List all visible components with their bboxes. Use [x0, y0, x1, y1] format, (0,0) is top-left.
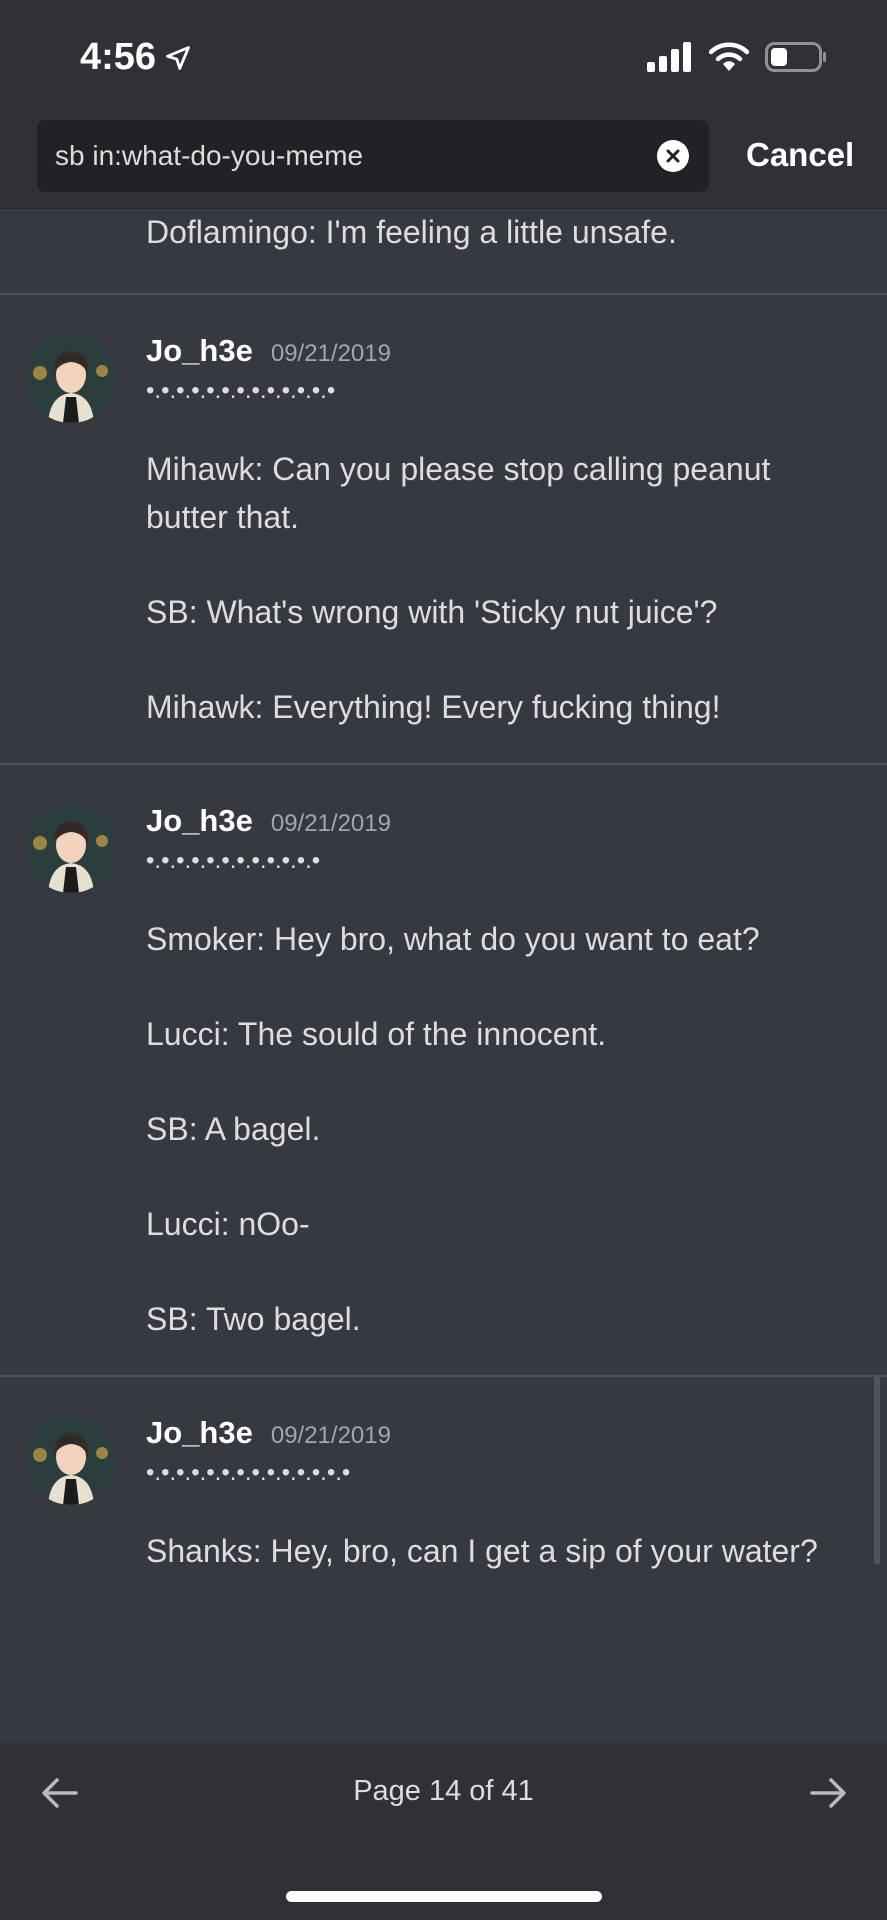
avatar[interactable] [26, 333, 116, 423]
message-line: SB: A bagel. [146, 1111, 321, 1147]
search-input[interactable]: sb in:what-do-you-meme [37, 120, 709, 192]
message-divider-dots: •.•.•.•.•.•.•.•.•.•.•.•.• [146, 377, 336, 404]
signal-icon [647, 42, 691, 72]
message-line: Lucci: The sould of the innocent. [146, 1016, 607, 1052]
clear-search-button[interactable] [657, 140, 689, 172]
search-results-list[interactable]: Doflamingo: I'm feeling a little unsafe.… [0, 209, 887, 1743]
timestamp: 09/21/2019 [270, 810, 391, 837]
message-divider-dots: •.•.•.•.•.•.•.•.•.•.•.• [146, 847, 321, 874]
wifi-icon [709, 42, 749, 71]
message-divider-dots: •.•.•.•.•.•.•.•.•.•.•.•.•.• [146, 1459, 351, 1486]
message-line: Shanks: Hey, bro, can I get a sip of you… [146, 1533, 818, 1569]
search-query-text[interactable]: sb in:what-do-you-meme [55, 140, 363, 172]
search-result-message[interactable]: Jo_h3e 09/21/2019 •.•.•.•.•.•.•.•.•.•.•.… [0, 295, 887, 765]
message-line: Mihawk: Can you please stop calling pean… [146, 451, 771, 535]
message-line: Lucci: nOo- [146, 1206, 310, 1242]
avatar[interactable] [26, 803, 116, 893]
username[interactable]: Jo_h3e [146, 803, 253, 839]
message-line: SB: What's wrong with 'Sticky nut juice'… [146, 594, 718, 630]
message-line: SB: Two bagel. [146, 1301, 361, 1337]
message-line: Mihawk: Everything! Every fucking thing! [146, 689, 721, 725]
search-result-message[interactable]: Jo_h3e 09/21/2019 •.•.•.•.•.•.•.•.•.•.•.… [0, 765, 887, 1377]
username[interactable]: Jo_h3e [146, 333, 253, 369]
location-arrow-icon [166, 45, 190, 70]
close-icon [666, 149, 680, 163]
message-line: Doflamingo: I'm feeling a little unsafe. [146, 214, 677, 250]
battery-icon [765, 42, 826, 72]
timestamp: 09/21/2019 [270, 1422, 391, 1449]
avatar[interactable] [26, 1415, 116, 1505]
home-indicator[interactable] [286, 1891, 602, 1902]
timestamp: 09/21/2019 [270, 340, 391, 367]
status-bar: 4:56 [0, 0, 887, 116]
clock-time: 4:56 [80, 36, 157, 78]
search-header: sb in:what-do-you-meme Cancel [0, 116, 887, 209]
search-result-message[interactable]: Jo_h3e 09/21/2019 •.•.•.•.•.•.•.•.•.•.•.… [0, 1377, 887, 1607]
message-line: Smoker: Hey bro, what do you want to eat… [146, 921, 760, 957]
next-page-button[interactable] [806, 1771, 850, 1815]
page-indicator: Page 14 of 41 [353, 1775, 534, 1807]
cancel-button[interactable]: Cancel [746, 136, 854, 174]
username[interactable]: Jo_h3e [146, 1415, 253, 1451]
scrollbar[interactable] [874, 1375, 880, 1565]
status-clock: 4:56 [80, 36, 192, 79]
partial-message[interactable]: Doflamingo: I'm feeling a little unsafe. [0, 209, 887, 295]
pagination-bar: Page 14 of 41 [0, 1743, 887, 1920]
